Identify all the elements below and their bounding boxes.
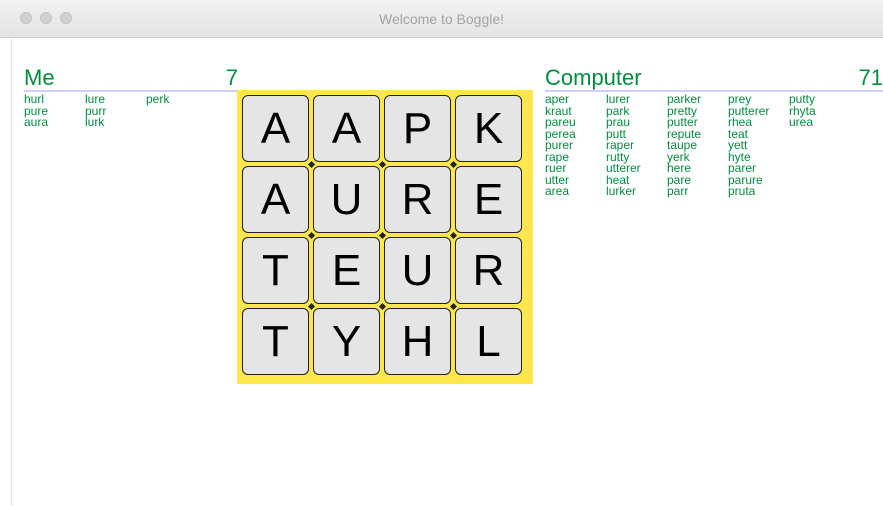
tile-junction xyxy=(449,160,457,168)
computer-label: Computer xyxy=(545,65,642,90)
letter-tile[interactable]: U xyxy=(313,166,380,233)
found-word: perk xyxy=(146,92,170,106)
found-word: urea xyxy=(789,115,814,129)
letter-tile[interactable]: R xyxy=(384,166,451,233)
boggle-board: AAPKAURETEURTYHL xyxy=(237,90,533,384)
tile-junction xyxy=(378,231,386,239)
letter-tile[interactable]: K xyxy=(455,95,522,162)
found-word: aura xyxy=(24,115,49,129)
letter-tile[interactable]: Y xyxy=(313,308,380,375)
letter-tile[interactable]: E xyxy=(455,166,522,233)
letter-tile[interactable]: L xyxy=(455,308,522,375)
tile-junction xyxy=(449,302,457,310)
player-word-list: hurl pure aura lure purr lurk perk xyxy=(24,92,207,129)
tile-junction xyxy=(449,231,457,239)
computer-header: Computer 71 xyxy=(545,62,883,92)
letter-tile[interactable]: A xyxy=(242,95,309,162)
letter-tile[interactable]: T xyxy=(242,308,309,375)
found-word: parr xyxy=(667,184,689,198)
player-header: Me 7 xyxy=(24,62,238,92)
player-score: 7 xyxy=(225,65,238,90)
letter-tile[interactable]: T xyxy=(242,237,309,304)
tile-junction xyxy=(307,302,315,310)
player-label: Me xyxy=(24,65,55,90)
computer-score: 71 xyxy=(858,65,883,90)
letter-tile[interactable]: R xyxy=(455,237,522,304)
tile-junction xyxy=(307,160,315,168)
title-bar: Welcome to Boggle! xyxy=(0,0,883,38)
found-word: lurk xyxy=(85,115,105,129)
letter-tile[interactable]: P xyxy=(384,95,451,162)
letter-tile[interactable]: H xyxy=(384,308,451,375)
found-word: lurker xyxy=(606,184,637,198)
letter-tile[interactable]: A xyxy=(242,166,309,233)
found-word: area xyxy=(545,184,570,198)
window-border xyxy=(0,38,12,506)
tile-junction xyxy=(307,231,315,239)
letter-tile[interactable]: U xyxy=(384,237,451,304)
tile-junction xyxy=(378,302,386,310)
computer-word-list: aper kraut pareu perea purer rape ruer utter are… xyxy=(545,93,850,198)
window-title: Welcome to Boggle! xyxy=(378,11,505,27)
letter-tile[interactable]: A xyxy=(313,95,380,162)
tile-junction xyxy=(378,160,386,168)
letter-tile[interactable]: E xyxy=(313,237,380,304)
found-word: pruta xyxy=(728,184,756,198)
